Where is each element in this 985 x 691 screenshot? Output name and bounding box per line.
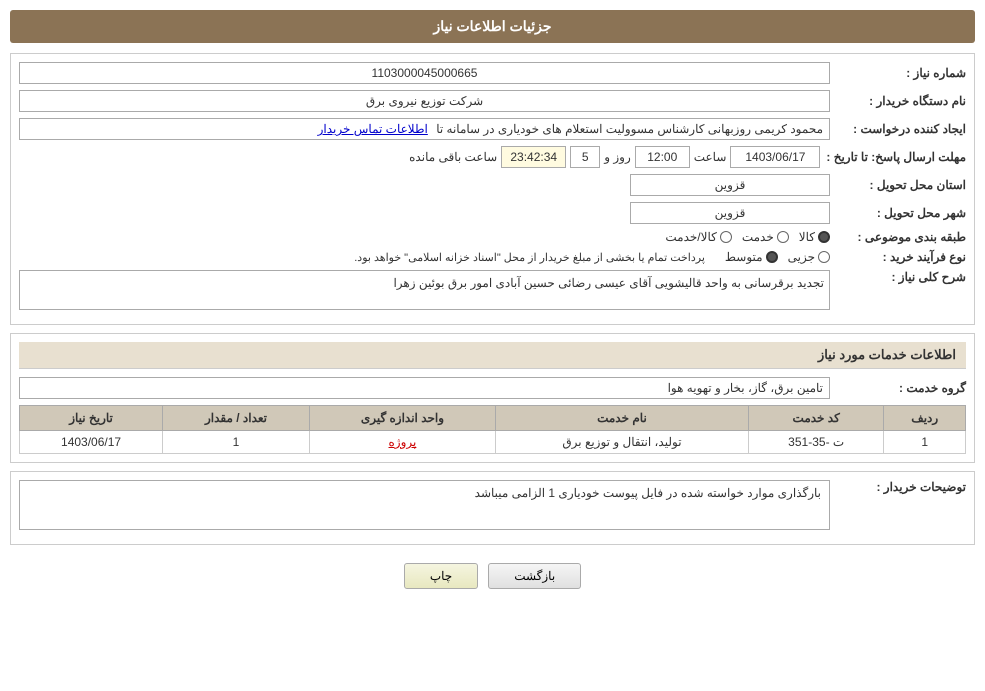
ijad-konande-value: محمود کریمی روزبهانی کارشناس مسوولیت است… — [19, 118, 830, 140]
sharh-value: تجدید برقرسانی به واحد قالیشویی آقای عیس… — [19, 270, 830, 310]
farayand-jozi-label: جزیی — [788, 250, 815, 264]
bazgasht-button[interactable]: بازگشت — [488, 563, 581, 589]
mohlet-saat-label: ساعت — [694, 150, 727, 164]
col-vahed: واحد اندازه گیری — [309, 406, 495, 431]
gorohe-label: گروه خدمت : — [836, 381, 966, 395]
cell-nam: تولید، انتقال و توزیع برق — [496, 431, 749, 454]
towzih-value: بارگذاری موارد خواسته شده در فایل پیوست … — [19, 480, 830, 530]
tabaqe-khadamat-radio[interactable] — [777, 231, 789, 243]
cell-tedad: 1 — [163, 431, 310, 454]
col-nam: نام خدمت — [496, 406, 749, 431]
mohlet-saat: 12:00 — [635, 146, 690, 168]
farayand-motavaset-label: متوسط — [725, 250, 763, 264]
mohlet-countdown-label: ساعت باقی مانده — [409, 150, 497, 164]
mohlet-date: 1403/06/17 — [730, 146, 820, 168]
mohlet-label: مهلت ارسال پاسخ: تا تاریخ : — [826, 150, 966, 164]
col-kod: کد خدمت — [748, 406, 884, 431]
noe-farayand-label: نوع فرآیند خرید : — [836, 250, 966, 264]
mohlet-roz-label: روز و — [604, 150, 631, 164]
col-radif: ردیف — [884, 406, 966, 431]
cell-radif: 1 — [884, 431, 966, 454]
tabaqe-radio-group: کالا خدمت کالا/خدمت — [665, 230, 830, 244]
farayand-note: پرداخت تمام یا بخشی از مبلغ خریدار از مح… — [354, 251, 705, 264]
etelaat-tamas-link[interactable]: اطلاعات تماس خریدار — [318, 122, 428, 136]
tabaqe-kala-khadamat-radio[interactable] — [720, 231, 732, 243]
farayand-motavaset-radio[interactable] — [766, 251, 778, 263]
col-tarikh: تاریخ نیاز — [20, 406, 163, 431]
services-table: ردیف کد خدمت نام خدمت واحد اندازه گیری ت… — [19, 405, 966, 454]
buttons-row: بازگشت چاپ — [10, 555, 975, 597]
ostan-label: استان محل تحویل : — [836, 178, 966, 192]
cell-kod: ت -35-351 — [748, 431, 884, 454]
tabaqe-khadamat-label: خدمت — [742, 230, 774, 244]
farayand-jozi-radio[interactable] — [818, 251, 830, 263]
ostan-value: قزوین — [630, 174, 830, 196]
mohlet-roz: 5 — [570, 146, 600, 168]
khadamat-section-title: اطلاعات خدمات مورد نیاز — [19, 342, 966, 369]
nam-dastgah-value: شرکت توزیع نیروی برق — [19, 90, 830, 112]
tabaqe-kala-item: کالا — [799, 230, 830, 244]
farayand-motavaset-item: متوسط — [725, 250, 778, 264]
farayand-jozi-item: جزیی — [788, 250, 830, 264]
mohlet-countdown: 23:42:34 — [501, 146, 566, 168]
tabaqe-kala-label: کالا — [799, 230, 815, 244]
shomara-value: 1103000045000665 — [19, 62, 830, 84]
tabaqe-kala-khadamat-item: کالا/خدمت — [665, 230, 731, 244]
towzih-label: توضیحات خریدار : — [836, 480, 966, 494]
tabaqe-kala-radio[interactable] — [818, 231, 830, 243]
ijad-konande-label: ایجاد کننده درخواست : — [836, 122, 966, 136]
cell-tarikh: 1403/06/17 — [20, 431, 163, 454]
col-tedad: تعداد / مقدار — [163, 406, 310, 431]
shomara-label: شماره نیاز : — [836, 66, 966, 80]
sharh-label: شرح کلی نیاز : — [836, 270, 966, 284]
nam-dastgah-label: نام دستگاه خریدار : — [836, 94, 966, 108]
cell-vahed: پروژه — [309, 431, 495, 454]
tabaqe-kala-khadamat-label: کالا/خدمت — [665, 230, 716, 244]
chap-button[interactable]: چاپ — [404, 563, 478, 589]
tabaqe-khadamat-item: خدمت — [742, 230, 789, 244]
shahr-value: قزوین — [630, 202, 830, 224]
page-title: جزئیات اطلاعات نیاز — [10, 10, 975, 43]
gorohe-value: تامین برق، گاز، بخار و تهویه هوا — [19, 377, 830, 399]
table-row: 1 ت -35-351 تولید، انتقال و توزیع برق پر… — [20, 431, 966, 454]
tabaqe-label: طبقه بندی موضوعی : — [836, 230, 966, 244]
shahr-label: شهر محل تحویل : — [836, 206, 966, 220]
noe-farayand-radio-group: جزیی متوسط پرداخت تمام یا بخشی از مبلغ خ… — [354, 250, 830, 264]
